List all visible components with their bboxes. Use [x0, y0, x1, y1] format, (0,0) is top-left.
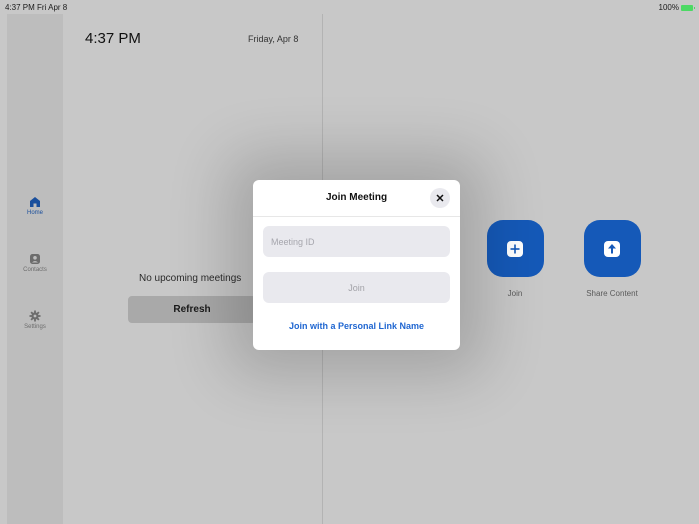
sidebar-item-label: Contacts [23, 267, 47, 273]
join-action[interactable]: Join [479, 220, 551, 298]
join-meeting-dialog: Join Meeting ✕ Join Join with a Personal… [253, 180, 460, 350]
join-button[interactable]: Join [263, 272, 450, 303]
join-action-button[interactable] [486, 220, 544, 277]
status-time: 4:37 PM Fri Apr 8 [5, 3, 68, 12]
sidebar-item-label: Home [26, 210, 43, 216]
refresh-button[interactable]: Refresh [128, 296, 256, 323]
share-content-label: Share Content [586, 289, 638, 298]
sidebar-item-contacts[interactable]: Contacts [7, 253, 63, 273]
sidebar: Home Contacts Settings [7, 14, 63, 524]
join-action-label: Join [507, 289, 523, 298]
empty-meetings-text: No upcoming meetings [139, 273, 242, 284]
plus-icon [507, 240, 523, 257]
dialog-title: Join Meeting [325, 192, 388, 203]
clock-time: 4:37 PM [85, 30, 141, 47]
sidebar-item-home[interactable]: Home [7, 196, 63, 216]
close-icon: ✕ [435, 192, 445, 205]
meeting-id-input[interactable] [263, 226, 450, 257]
share-content-action[interactable]: Share Content [576, 220, 648, 298]
share-content-button[interactable] [583, 220, 641, 277]
sidebar-item-label: Settings [24, 324, 46, 330]
gear-icon [29, 310, 41, 322]
dialog-divider [253, 216, 460, 217]
status-battery: 100% [658, 3, 695, 12]
home-icon [30, 197, 40, 207]
battery-percent: 100% [658, 3, 679, 12]
contacts-icon [30, 254, 40, 264]
status-bar: 4:37 PM Fri Apr 8 100% [0, 0, 699, 14]
personal-link-join-link[interactable]: Join with a Personal Link Name [253, 321, 460, 331]
upload-icon [604, 240, 620, 257]
close-button[interactable]: ✕ [430, 188, 450, 208]
sidebar-item-settings[interactable]: Settings [7, 310, 63, 330]
clock-date: Friday, Apr 8 [248, 34, 299, 44]
battery-icon [681, 4, 695, 11]
